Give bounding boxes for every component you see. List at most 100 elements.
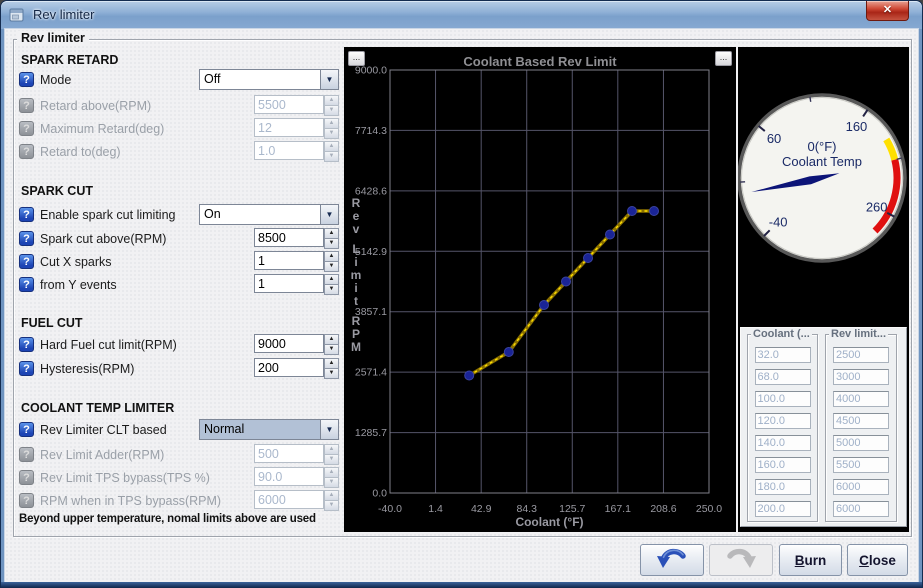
- cut-x-sparks-input[interactable]: [254, 251, 324, 270]
- spinner-down-icon[interactable]: ▼: [324, 285, 339, 295]
- maximum-retard-deg-spinner: ▲▼: [254, 118, 339, 137]
- help-icon[interactable]: ?: [19, 231, 34, 246]
- field-label: Mode: [40, 73, 71, 87]
- form-row-hysteresis-rpm: ? Hysteresis(RPM) ▲▼: [19, 358, 343, 379]
- table-cell: [755, 347, 811, 363]
- svg-text:R: R: [352, 196, 361, 210]
- groupbox-title: Rev limiter: [17, 31, 89, 45]
- field-label: Cut X sparks: [40, 255, 112, 269]
- spinner-down-icon[interactable]: ▼: [324, 262, 339, 272]
- data-point-marker[interactable]: [540, 301, 549, 310]
- table-cell: [833, 435, 889, 451]
- data-point-marker[interactable]: [650, 207, 659, 216]
- retard-above-rpm-input: [254, 95, 324, 114]
- chart-options-left-button[interactable]: ...: [348, 51, 365, 66]
- value-table-panel: Coolant (... Rev limit...: [740, 327, 907, 527]
- help-icon[interactable]: ?: [19, 422, 34, 437]
- spark-cut-above-rpm-input[interactable]: [254, 228, 324, 247]
- spinner-up-icon: ▲: [324, 95, 339, 106]
- svg-text:42.9: 42.9: [471, 503, 492, 515]
- data-point-marker[interactable]: [465, 371, 474, 380]
- spinner-down-icon[interactable]: ▼: [324, 345, 339, 355]
- spinner-up-icon[interactable]: ▲: [324, 274, 339, 285]
- form-row-rev-limiter-clt-based: ? Rev Limiter CLT based Normal▼: [19, 419, 343, 440]
- spinner-up-icon[interactable]: ▲: [324, 251, 339, 262]
- rev-limit-adder-rpm-spinner: ▲▼: [254, 444, 339, 463]
- titlebar[interactable]: Rev limiter ✕: [1, 1, 922, 29]
- column-header: Rev limit...: [829, 328, 888, 340]
- help-icon[interactable]: ?: [19, 337, 34, 352]
- table-cell: [833, 457, 889, 473]
- table-cell: [833, 391, 889, 407]
- help-icon[interactable]: ?: [19, 277, 34, 292]
- spinner-up-icon[interactable]: ▲: [324, 228, 339, 239]
- gauge-scale-label: 60: [767, 131, 781, 146]
- rev-limiter-clt-based-combo[interactable]: Normal▼: [199, 419, 339, 440]
- undo-icon: [655, 548, 689, 573]
- data-point-marker[interactable]: [504, 348, 513, 357]
- chevron-down-icon[interactable]: ▼: [320, 205, 338, 224]
- gauge-scale-label: -40: [769, 214, 788, 229]
- rev-limit-tps-bypass-tps-spinner: ▲▼: [254, 467, 339, 486]
- combo-value: Off: [200, 70, 320, 89]
- coolant-rev-limit-chart[interactable]: Coolant Based Rev Limit-40.01.442.984.31…: [344, 47, 736, 532]
- help-icon: ?: [19, 447, 34, 462]
- field-label: Rev Limiter CLT based: [40, 423, 167, 437]
- undo-button[interactable]: [640, 544, 704, 576]
- field-label: Hard Fuel cut limit(RPM): [40, 338, 177, 352]
- svg-text:v: v: [353, 222, 360, 236]
- svg-text:125.7: 125.7: [559, 503, 585, 515]
- form-row-retard-above-rpm: ?Retard above(RPM)▲▼: [19, 95, 343, 116]
- rev-limit-tps-bypass-tps-input: [254, 467, 324, 486]
- form-row-maximum-retard-deg: ?Maximum Retard(deg)▲▼: [19, 118, 343, 139]
- data-point-marker[interactable]: [584, 254, 593, 263]
- field-label: Hysteresis(RPM): [40, 362, 134, 376]
- mode-combo[interactable]: Off▼: [199, 69, 339, 90]
- form-row-cut-x-sparks: ? Cut X sparks ▲▼: [19, 251, 343, 272]
- table-cell: [755, 413, 811, 429]
- help-icon[interactable]: ?: [19, 207, 34, 222]
- table-cell: [755, 457, 811, 473]
- field-label: RPM when in TPS bypass(RPM): [40, 494, 221, 508]
- hysteresis-rpm-input[interactable]: [254, 358, 324, 377]
- spinner-down-icon: ▼: [324, 478, 339, 488]
- field-label: Enable spark cut limiting: [40, 208, 175, 222]
- table-cell: [755, 479, 811, 495]
- combo-value: Normal: [200, 420, 320, 439]
- close-button[interactable]: Close: [847, 544, 908, 576]
- spinner-down-icon[interactable]: ▼: [324, 369, 339, 379]
- rpm-when-in-tps-bypass-rpm-spinner: ▲▼: [254, 490, 339, 509]
- spinner-up-icon[interactable]: ▲: [324, 334, 339, 345]
- svg-text:P: P: [352, 327, 360, 341]
- close-icon[interactable]: ✕: [866, 1, 909, 21]
- table-column-coolant: Coolant (...: [747, 334, 818, 522]
- help-icon: ?: [19, 470, 34, 485]
- svg-text:-40.0: -40.0: [378, 503, 402, 515]
- data-point-marker[interactable]: [628, 207, 637, 216]
- chevron-down-icon[interactable]: ▼: [320, 420, 338, 439]
- data-point-marker[interactable]: [606, 230, 615, 239]
- svg-text:9000.0: 9000.0: [355, 65, 387, 77]
- help-icon[interactable]: ?: [19, 361, 34, 376]
- spinner-down-icon[interactable]: ▼: [324, 239, 339, 249]
- table-cell: [833, 369, 889, 385]
- hard-fuel-cut-limit-rpm-input[interactable]: [254, 334, 324, 353]
- svg-text:2571.4: 2571.4: [355, 367, 387, 379]
- enable-spark-cut-limiting-combo[interactable]: On▼: [199, 204, 339, 225]
- help-icon[interactable]: ?: [19, 254, 34, 269]
- spinner-up-icon: ▲: [324, 467, 339, 478]
- help-icon[interactable]: ?: [19, 72, 34, 87]
- form-row-rev-limit-tps-bypass-tps: ?Rev Limit TPS bypass(TPS %)▲▼: [19, 467, 343, 488]
- help-icon: ?: [19, 493, 34, 508]
- spark-cut-above-rpm-spinner: ▲▼: [254, 228, 339, 247]
- chevron-down-icon[interactable]: ▼: [320, 70, 338, 89]
- svg-text:e: e: [353, 209, 360, 223]
- svg-text:R: R: [352, 314, 361, 328]
- chart-options-right-button[interactable]: ...: [715, 51, 732, 66]
- svg-text:167.1: 167.1: [605, 503, 631, 515]
- spinner-up-icon[interactable]: ▲: [324, 358, 339, 369]
- svg-text:84.3: 84.3: [517, 503, 538, 515]
- data-point-marker[interactable]: [562, 277, 571, 286]
- burn-button[interactable]: Burn: [779, 544, 842, 576]
- from-y-events-input[interactable]: [254, 274, 324, 293]
